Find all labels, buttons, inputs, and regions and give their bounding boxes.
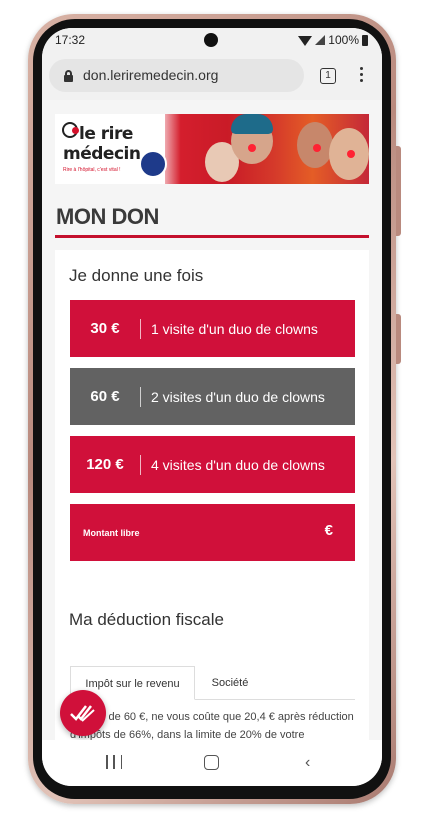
title-divider xyxy=(55,235,369,238)
home-icon[interactable] xyxy=(204,755,219,770)
logo-line1: le rire xyxy=(79,124,133,144)
logo-line2: médecin xyxy=(63,144,141,164)
donation-card: Je donne une fois 30 € 1 visite d'un duo… xyxy=(55,250,369,740)
double-check-icon xyxy=(70,705,95,722)
wifi-icon xyxy=(298,35,313,46)
clown-nose xyxy=(347,150,355,158)
tabs-count-icon[interactable]: 1 xyxy=(320,68,336,84)
browser-toolbar: don.leriremedecin.org 1 xyxy=(42,52,382,100)
power-button xyxy=(396,314,401,364)
amount-description: 2 visites d'un duo de clowns xyxy=(151,388,325,405)
logo-tagline: Rire à l'hôpital, c'est vital ! xyxy=(63,167,121,173)
header-banner[interactable]: le rire médecin Rire à l'hôpital, c'est … xyxy=(55,114,369,184)
back-icon[interactable]: ‹ xyxy=(305,754,310,772)
phone-screen: 17:32 100% don.leriremedecin.org 1 le ri… xyxy=(42,28,382,786)
signal-icon xyxy=(315,35,326,45)
free-amount-input[interactable]: Montant libre € xyxy=(70,504,355,561)
status-bar: 17:32 100% xyxy=(42,28,382,52)
page-title: MON DON xyxy=(56,204,159,229)
more-menu-icon[interactable] xyxy=(360,67,364,85)
amount-value: 120 € xyxy=(86,456,124,473)
one-time-heading: Je donne une fois xyxy=(69,266,204,285)
clown-nose-icon xyxy=(72,127,79,134)
status-icons: 100% xyxy=(298,33,368,47)
page-content: le rire médecin Rire à l'hôpital, c'est … xyxy=(42,100,382,740)
status-time: 17:32 xyxy=(55,33,86,47)
separator xyxy=(140,318,141,339)
amount-option-60[interactable]: 60 € 2 visites d'un duo de clowns xyxy=(70,368,355,425)
amount-description: 4 visites d'un duo de clowns xyxy=(151,456,325,473)
address-bar[interactable]: don.leriremedecin.org xyxy=(49,59,304,92)
camera-cutout xyxy=(204,33,218,47)
battery-icon xyxy=(362,34,368,46)
amount-option-120[interactable]: 120 € 4 visites d'un duo de clowns xyxy=(70,436,355,493)
fiscal-heading: Ma déduction fiscale xyxy=(69,610,224,629)
amount-value: 30 € xyxy=(90,320,120,337)
amount-description: 1 visite d'un duo de clowns xyxy=(151,320,318,337)
fiscal-explanation: Un don de 60 €, ne vous coûte que 20,4 €… xyxy=(70,711,354,740)
free-amount-label: Montant libre xyxy=(83,528,140,538)
amount-option-30[interactable]: 30 € 1 visite d'un duo de clowns xyxy=(70,300,355,357)
separator xyxy=(140,454,141,475)
lock-icon xyxy=(64,70,73,82)
clown-nose xyxy=(248,144,256,152)
trust-seal-icon xyxy=(139,150,167,178)
url-text: don.leriremedecin.org xyxy=(83,67,219,83)
donate-fab-button[interactable] xyxy=(60,690,106,736)
battery-percent: 100% xyxy=(328,33,359,47)
volume-button xyxy=(396,146,401,236)
system-nav-bar: ‹ xyxy=(42,740,382,786)
clown-nose xyxy=(313,144,321,152)
separator xyxy=(140,386,141,407)
fiscal-tabs: Impôt sur le revenu Société xyxy=(70,666,355,700)
tab-company[interactable]: Société xyxy=(195,666,265,700)
recents-icon[interactable] xyxy=(106,755,122,769)
amount-value: 60 € xyxy=(90,388,120,405)
clown-hat xyxy=(231,114,273,134)
euro-icon: € xyxy=(324,522,333,539)
